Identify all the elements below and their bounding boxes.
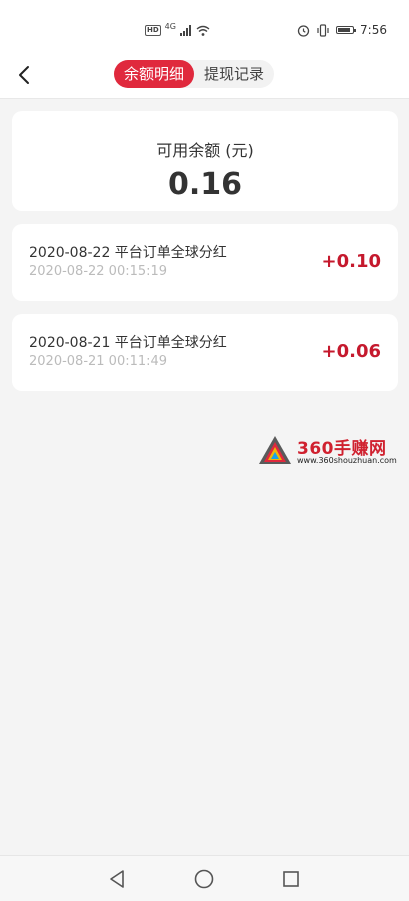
list-item[interactable]: 2020-08-22 平台订单全球分红 2020-08-22 00:15:19 … <box>12 224 398 301</box>
watermark-logo-icon <box>259 436 291 464</box>
status-left: HD 4G <box>145 22 210 38</box>
tab-balance-details[interactable]: 余额明细 <box>114 60 195 88</box>
status-time: 7:56 <box>360 23 387 37</box>
back-triangle-icon <box>110 870 124 888</box>
nav-back-button[interactable] <box>104 866 130 892</box>
signal-icon <box>179 24 191 36</box>
record-time: 2020-08-22 00:15:19 <box>29 264 168 279</box>
hd-icon: HD <box>145 24 161 36</box>
record-amount: +0.06 <box>321 341 382 362</box>
watermark-url: www.360shouzhuan.com <box>297 456 397 465</box>
battery-icon <box>336 26 357 34</box>
recents-square-icon <box>283 871 299 887</box>
watermark: 360手赚网 www.360shouzhuan.com <box>257 434 407 468</box>
chevron-left-icon <box>19 66 29 84</box>
home-circle-icon <box>194 869 214 889</box>
nav-recents-button[interactable] <box>278 866 304 892</box>
balance-label: 可用余额 (元) <box>156 141 254 160</box>
network-type: 4G <box>164 21 176 31</box>
header: 余额明细 提现记录 <box>0 58 409 99</box>
status-bar: HD 4G 7:56 <box>0 0 409 58</box>
tab-bar: 余额明细 提现记录 <box>114 60 275 88</box>
vibrate-icon <box>317 23 329 37</box>
status-right: 7:56 <box>297 21 387 39</box>
list-item[interactable]: 2020-08-21 平台订单全球分红 2020-08-21 00:11:49 … <box>12 314 398 391</box>
record-time: 2020-08-21 00:11:49 <box>29 354 168 369</box>
balance-card: 可用余额 (元) 0.16 <box>12 111 398 211</box>
record-amount: +0.10 <box>321 251 382 272</box>
system-nav-bar <box>0 855 409 901</box>
record-title: 2020-08-21 平台订单全球分红 <box>29 335 227 351</box>
back-button[interactable] <box>10 60 38 90</box>
record-title: 2020-08-22 平台订单全球分红 <box>29 245 227 261</box>
nav-home-button[interactable] <box>191 866 217 892</box>
balance-value: 0.16 <box>167 167 243 202</box>
wifi-icon <box>196 25 210 36</box>
tab-withdrawal-records[interactable]: 提现记录 <box>194 60 274 88</box>
alarm-icon <box>297 24 310 37</box>
